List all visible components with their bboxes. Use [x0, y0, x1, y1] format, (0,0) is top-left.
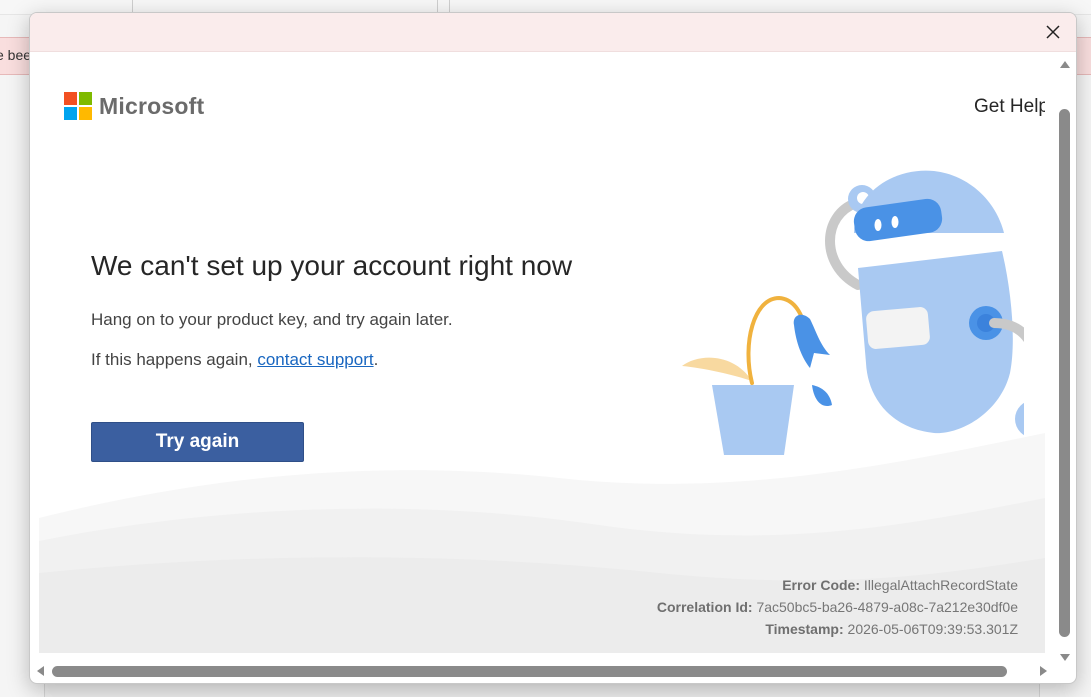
correlation-id-value: 7ac50bc5-ba26-4879-a08c-7a212e30df0e	[756, 599, 1018, 615]
horizontal-scroll-thumb[interactable]	[52, 666, 1007, 677]
scroll-left-arrow-icon[interactable]	[35, 665, 45, 677]
timestamp-label: Timestamp:	[765, 621, 844, 637]
robot-watering-plant-illustration	[682, 170, 1024, 455]
support-text: If this happens again, contact support.	[91, 350, 378, 370]
close-icon	[1046, 25, 1060, 39]
get-help-link[interactable]: Get Help	[974, 96, 1045, 118]
instruction-text: Hang on to your product key, and try aga…	[91, 310, 453, 329]
horizontal-scrollbar[interactable]	[30, 661, 1076, 681]
timestamp-row: Timestamp: 2026-05-06T09:39:53.301Z	[657, 618, 1018, 640]
error-code-value: IllegalAttachRecordState	[863, 577, 1018, 593]
scroll-up-arrow-icon[interactable]	[1059, 59, 1071, 69]
support-text-prefix: If this happens again,	[91, 350, 258, 369]
account-setup-dialog: Microsoft Get Help We can't set up your …	[29, 12, 1077, 684]
microsoft-logo: Microsoft	[64, 92, 204, 120]
dialog-titlebar	[30, 13, 1076, 52]
vertical-scrollbar[interactable]	[1055, 57, 1075, 661]
error-details: Error Code: IllegalAttachRecordState Cor…	[657, 574, 1018, 640]
brand-name: Microsoft	[99, 92, 205, 119]
vertical-scroll-thumb[interactable]	[1059, 109, 1070, 637]
contact-support-link[interactable]: contact support	[257, 350, 373, 369]
scroll-right-arrow-icon[interactable]	[1039, 665, 1049, 677]
page-title: We can't set up your account right now	[91, 250, 573, 281]
correlation-id-row: Correlation Id: 7ac50bc5-ba26-4879-a08c-…	[657, 596, 1018, 618]
support-text-suffix: .	[373, 350, 379, 369]
correlation-id-label: Correlation Id:	[656, 599, 753, 615]
error-code-label: Error Code:	[782, 577, 861, 593]
close-button[interactable]	[1036, 18, 1070, 46]
microsoft-logo-icon	[64, 92, 92, 120]
timestamp-value: 2026-05-06T09:39:53.301Z	[847, 621, 1018, 637]
error-code-row: Error Code: IllegalAttachRecordState	[657, 574, 1018, 596]
background-notice-text: e bee	[0, 47, 32, 63]
dialog-content: Microsoft Get Help We can't set up your …	[39, 53, 1045, 653]
try-again-button[interactable]: Try again	[91, 422, 304, 462]
